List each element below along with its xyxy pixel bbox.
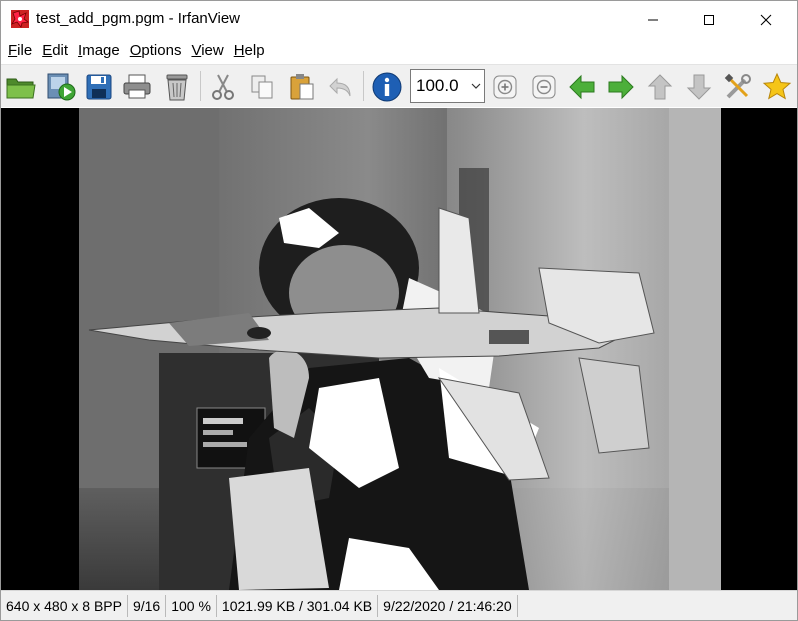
save-icon	[86, 74, 112, 100]
maximize-button[interactable]	[686, 1, 732, 38]
open-folder-icon	[6, 78, 36, 99]
previous-icon	[569, 74, 595, 100]
print-icon	[123, 74, 151, 99]
zoom-combobox[interactable]: 100.0	[410, 69, 485, 103]
delete-button[interactable]	[159, 69, 195, 105]
maximize-icon	[704, 14, 714, 25]
info-button[interactable]	[369, 69, 405, 105]
menu-options[interactable]: Options	[125, 39, 187, 63]
menu-help-accel: H	[233, 42, 245, 59]
menu-help[interactable]: Help	[229, 39, 270, 63]
print-button[interactable]	[119, 69, 155, 105]
menu-options-accel: O	[129, 42, 142, 59]
toolbar-separator	[200, 71, 201, 101]
up-button[interactable]	[642, 69, 678, 105]
close-button[interactable]	[743, 1, 789, 38]
close-icon	[760, 14, 772, 25]
toolbar-separator	[363, 71, 364, 101]
menu-file[interactable]: File	[3, 39, 37, 63]
zoom-in-icon	[493, 75, 517, 99]
paste-button[interactable]	[284, 69, 320, 105]
minimize-button[interactable]	[630, 1, 676, 38]
zoom-out-button[interactable]	[526, 69, 562, 105]
info-icon	[372, 72, 402, 102]
copy-icon	[251, 75, 273, 99]
zoom-value: 100.0	[416, 76, 459, 95]
previous-button[interactable]	[564, 69, 600, 105]
status-zoom: 100 %	[166, 595, 217, 617]
minimize-icon	[648, 19, 658, 20]
menu-file-accel: F	[8, 42, 18, 59]
undo-button[interactable]	[323, 69, 359, 105]
menu-view-label: iew	[201, 42, 224, 59]
irfanview-app-icon[interactable]	[10, 9, 30, 29]
favorite-icon	[762, 72, 792, 100]
open-button[interactable]	[3, 69, 39, 105]
irfanview-window: test_add_pgm.pgm - IrfanView File Edit I…	[0, 0, 798, 621]
next-icon	[608, 74, 634, 100]
slideshow-icon	[47, 73, 76, 101]
grayscale-composite-image	[79, 108, 721, 590]
image-canvas[interactable]	[1, 108, 797, 590]
cut-button[interactable]	[205, 69, 241, 105]
down-button[interactable]	[681, 69, 717, 105]
menu-edit-accel: E	[42, 42, 53, 59]
status-dimensions: 640 x 480 x 8 BPP	[1, 595, 128, 617]
paste-icon	[290, 74, 314, 100]
menu-view-accel: V	[191, 42, 202, 59]
undo-icon	[329, 77, 351, 97]
status-datetime: 9/22/2020 / 21:46:20	[378, 595, 518, 617]
up-icon	[647, 74, 673, 100]
displayed-image	[79, 108, 721, 590]
cut-icon	[212, 74, 234, 100]
menu-file-label: ile	[17, 42, 33, 59]
zoom-in-button[interactable]	[487, 69, 523, 105]
slideshow-button[interactable]	[43, 69, 79, 105]
status-index: 9/16	[128, 595, 167, 617]
menu-edit[interactable]: Edit	[37, 39, 73, 63]
window-title: test_add_pgm.pgm - IrfanView	[36, 10, 241, 27]
status-size: 1021.99 KB / 301.04 KB	[217, 595, 379, 617]
menu-edit-label: dit	[52, 42, 69, 59]
status-bar: 640 x 480 x 8 BPP 9/16 100 % 1021.99 KB …	[1, 590, 797, 620]
menu-help-label: elp	[244, 42, 265, 59]
menu-image-label: mage	[82, 42, 120, 59]
delete-icon	[166, 74, 188, 101]
save-button[interactable]	[81, 69, 117, 105]
favorite-button[interactable]	[759, 69, 795, 105]
menu-view[interactable]: View	[186, 39, 228, 63]
down-icon	[686, 74, 712, 100]
menu-image[interactable]: Image	[73, 39, 125, 63]
chevron-down-icon[interactable]	[468, 83, 484, 89]
next-button[interactable]	[603, 69, 639, 105]
title-bar[interactable]: test_add_pgm.pgm - IrfanView	[1, 1, 797, 38]
copy-button[interactable]	[244, 69, 280, 105]
menu-bar: File Edit Image Options View Help	[1, 39, 797, 63]
properties-button[interactable]	[720, 69, 756, 105]
toolbar: 100.0	[1, 64, 797, 107]
zoom-out-icon	[532, 75, 556, 99]
menu-options-label: ptions	[141, 42, 182, 59]
properties-icon	[724, 73, 751, 99]
